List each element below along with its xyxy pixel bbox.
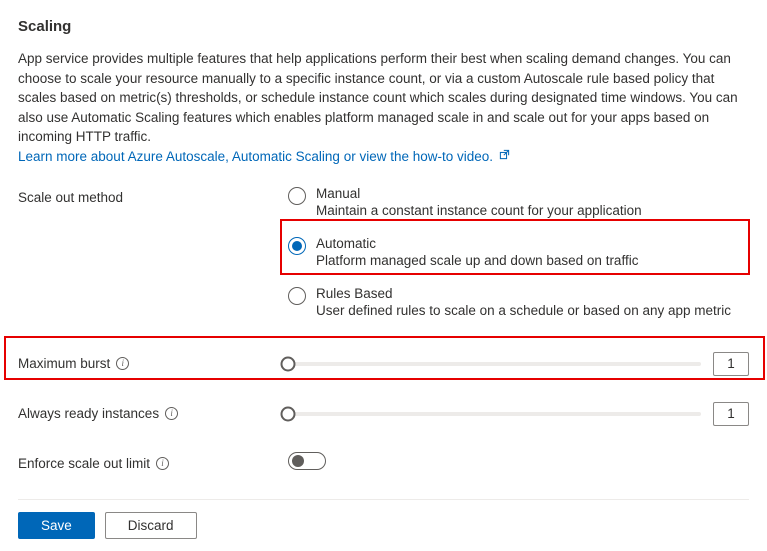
external-link-icon	[499, 149, 510, 163]
info-icon[interactable]: i	[165, 407, 178, 420]
always-ready-slider[interactable]	[288, 412, 701, 416]
radio-manual-sub: Maintain a constant instance count for y…	[316, 203, 642, 218]
radio-icon	[288, 237, 306, 255]
radio-automatic-sub: Platform managed scale up and down based…	[316, 253, 638, 268]
always-ready-input[interactable]	[713, 402, 749, 426]
info-icon[interactable]: i	[156, 457, 169, 470]
radio-rules-based[interactable]: Rules Based User defined rules to scale …	[288, 286, 749, 318]
slider-thumb[interactable]	[281, 406, 296, 421]
scaling-description: App service provides multiple features t…	[18, 49, 749, 147]
scale-out-method-label: Scale out method	[18, 190, 123, 205]
save-button[interactable]: Save	[18, 512, 95, 539]
radio-automatic[interactable]: Automatic Platform managed scale up and …	[288, 236, 749, 268]
radio-automatic-title: Automatic	[316, 236, 638, 251]
max-burst-input[interactable]	[713, 352, 749, 376]
radio-manual[interactable]: Manual Maintain a constant instance coun…	[288, 186, 749, 218]
always-ready-label: Always ready instances	[18, 406, 159, 421]
slider-thumb[interactable]	[281, 356, 296, 371]
radio-icon	[288, 287, 306, 305]
radio-rules-sub: User defined rules to scale on a schedul…	[316, 303, 731, 318]
learn-more-label: Learn more about Azure Autoscale, Automa…	[18, 149, 493, 164]
discard-button[interactable]: Discard	[105, 512, 197, 539]
enforce-limit-toggle[interactable]	[288, 452, 326, 470]
radio-rules-title: Rules Based	[316, 286, 731, 301]
toggle-knob	[292, 455, 304, 467]
enforce-limit-label: Enforce scale out limit	[18, 456, 150, 471]
learn-more-link[interactable]: Learn more about Azure Autoscale, Automa…	[18, 149, 510, 164]
scale-out-radio-group: Manual Maintain a constant instance coun…	[288, 186, 749, 318]
max-burst-slider[interactable]	[288, 362, 701, 366]
info-icon[interactable]: i	[116, 357, 129, 370]
max-burst-label: Maximum burst	[18, 356, 110, 371]
radio-icon	[288, 187, 306, 205]
page-title: Scaling	[18, 18, 749, 35]
radio-manual-title: Manual	[316, 186, 642, 201]
